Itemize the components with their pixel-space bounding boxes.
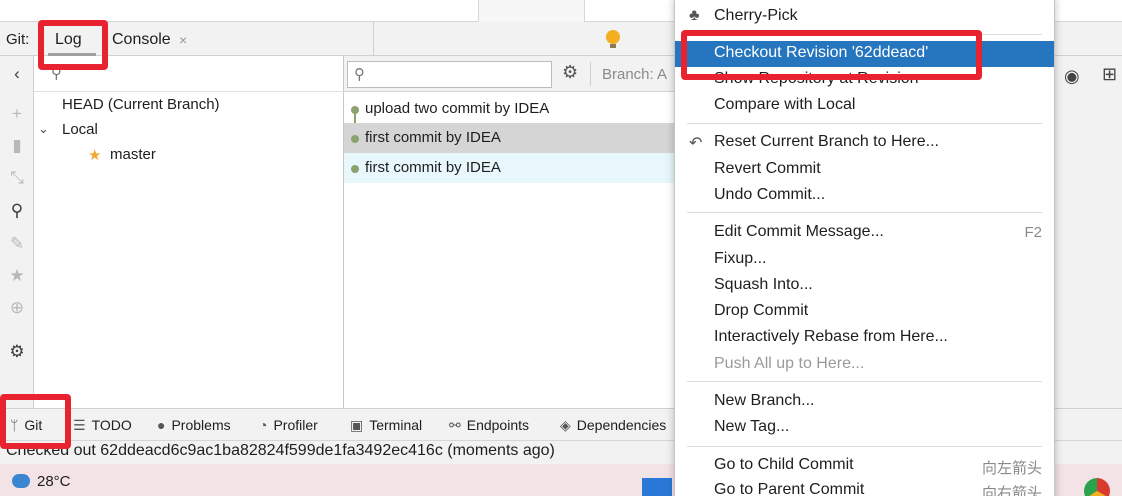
- profiler-icon: ◔: [259, 417, 268, 433]
- menu-item-show-repository[interactable]: Show Repository at Revision: [675, 67, 1054, 93]
- tool-label: Endpoints: [466, 417, 530, 433]
- details-toolbar: ◉ ⊞: [1054, 56, 1122, 408]
- commit-node: [351, 106, 359, 114]
- menu-item-checkout-revision[interactable]: Checkout Revision '62ddeacd': [675, 41, 1054, 67]
- star-icon[interactable]: ★: [0, 266, 34, 286]
- commit-node: [351, 135, 359, 143]
- tree-item-master[interactable]: master: [110, 146, 156, 163]
- star-icon: ★: [88, 147, 102, 164]
- settings-gear-icon[interactable]: ⚙: [0, 342, 34, 362]
- menu-separator: [687, 446, 1042, 447]
- weather-icon[interactable]: [12, 474, 30, 488]
- tool-git-button[interactable]: ᛘ Git: [10, 417, 42, 433]
- editor-tab[interactable]: [478, 0, 584, 22]
- menu-separator: [687, 212, 1042, 213]
- search-icon: ⚲: [354, 66, 365, 83]
- tool-window-label: Git:: [6, 31, 30, 48]
- log-filter-bar: ⚲ ⚙ Branch: A: [344, 56, 674, 92]
- editor-tab[interactable]: [584, 0, 674, 22]
- chevron-down-icon[interactable]: ⌄: [38, 121, 49, 137]
- tool-terminal-button[interactable]: ▣ Terminal: [350, 417, 422, 434]
- menu-item-interactive-rebase[interactable]: Interactively Rebase from Here...: [675, 325, 1054, 351]
- search-icon: ⚲: [51, 65, 62, 82]
- list-icon: ☰: [73, 417, 86, 433]
- menu-item-undo-commit[interactable]: Undo Commit...: [675, 183, 1054, 209]
- tool-endpoints-button[interactable]: ⚯ Endpoints: [449, 417, 529, 434]
- terminal-icon: ▣: [350, 417, 364, 433]
- menu-item-cherry-pick[interactable]: ♣ Cherry-Pick: [675, 4, 1054, 30]
- tab-log[interactable]: Log: [55, 31, 82, 49]
- status-message: Checked out 62ddeacd6c9ac1ba82824f599de1…: [6, 442, 555, 459]
- commit-row[interactable]: upload two commit by IDEA: [344, 94, 674, 124]
- undo-icon: ↶: [689, 135, 703, 152]
- tool-profiler-button[interactable]: ◔ Profiler: [259, 417, 318, 433]
- tool-label: Problems: [171, 417, 231, 433]
- tab-console[interactable]: Console: [112, 31, 171, 49]
- merge-icon[interactable]: ⤡: [0, 168, 34, 188]
- menu-item-parent-commit[interactable]: Go to Parent Commit 向右箭头: [675, 478, 1054, 496]
- menu-item-fixup[interactable]: Fixup...: [675, 247, 1054, 273]
- menu-item-squash[interactable]: Squash Into...: [675, 273, 1054, 299]
- commit-list: upload two commit by IDEA first commit b…: [344, 92, 674, 408]
- menu-item-new-branch[interactable]: New Branch...: [675, 389, 1054, 415]
- commit-context-menu: ♣ Cherry-Pick Checkout Revision '62ddeac…: [674, 0, 1055, 496]
- tool-label: Profiler: [273, 417, 318, 433]
- commit-message: first commit by IDEA: [365, 159, 501, 176]
- add-icon[interactable]: +: [0, 104, 34, 124]
- tool-label: Git: [24, 417, 43, 433]
- close-icon[interactable]: ×: [179, 32, 187, 48]
- tree-item-local[interactable]: Local: [62, 121, 98, 138]
- menu-item-compare-local[interactable]: Compare with Local: [675, 93, 1054, 119]
- target-icon[interactable]: ⊕: [0, 298, 34, 318]
- eye-icon[interactable]: ◉: [1064, 66, 1080, 87]
- menu-separator: [687, 381, 1042, 382]
- commit-row[interactable]: first commit by IDEA: [344, 153, 674, 183]
- menu-item-drop-commit[interactable]: Drop Commit: [675, 299, 1054, 325]
- log-search-input[interactable]: ⚲: [347, 61, 552, 88]
- cherry-icon: ♣: [689, 7, 700, 24]
- layers-icon: ◈: [560, 417, 571, 433]
- menu-separator: [687, 34, 1042, 35]
- divider: [373, 22, 374, 56]
- divider: [590, 62, 591, 86]
- settings-gear-icon[interactable]: ⚙: [562, 62, 578, 83]
- add-icon[interactable]: ⊞: [1102, 64, 1117, 85]
- endpoints-icon: ⚯: [449, 417, 461, 433]
- menu-item-push-all: Push All up to Here...: [714, 355, 865, 372]
- tool-label: Dependencies: [576, 417, 667, 433]
- shortcut-label: 向右箭头: [981, 485, 1042, 496]
- tool-label: Terminal: [369, 417, 423, 433]
- branch-filter[interactable]: Branch: A: [602, 66, 667, 83]
- search-icon[interactable]: ⚲: [0, 201, 34, 221]
- branch-search[interactable]: ⚲: [34, 56, 344, 92]
- lightbulb-icon[interactable]: [606, 30, 620, 48]
- menu-item-reset-branch[interactable]: ↶ Reset Current Branch to Here...: [675, 130, 1054, 156]
- tree-item-head[interactable]: HEAD (Current Branch): [62, 96, 220, 113]
- menu-separator: [687, 123, 1042, 124]
- temperature[interactable]: 28°C: [37, 473, 71, 490]
- menu-item-revert-commit[interactable]: Revert Commit: [675, 157, 1054, 183]
- menu-item-edit-message[interactable]: Edit Commit Message... F2: [675, 220, 1054, 246]
- commit-message: first commit by IDEA: [365, 129, 501, 146]
- tool-dependencies-button[interactable]: ◈ Dependencies: [560, 417, 666, 434]
- chevron-left-icon[interactable]: ‹: [0, 64, 34, 84]
- chrome-icon[interactable]: [1084, 478, 1110, 496]
- menu-item-child-commit[interactable]: Go to Child Commit 向左箭头: [675, 453, 1054, 479]
- menu-item-new-tag[interactable]: New Tag...: [675, 415, 1054, 441]
- commit-message: upload two commit by IDEA: [365, 100, 550, 117]
- commit-row[interactable]: first commit by IDEA: [344, 123, 674, 153]
- info-icon: ●: [157, 417, 166, 433]
- tool-todo-button[interactable]: ☰ TODO: [73, 417, 132, 434]
- edit-icon[interactable]: ✎: [0, 234, 34, 254]
- branches-panel: ⚲ HEAD (Current Branch) ⌄ Local ★ master: [34, 56, 344, 408]
- git-branch-icon: ᛘ: [10, 417, 19, 433]
- shortcut-label: F2: [1024, 224, 1042, 241]
- tool-problems-button[interactable]: ● Problems: [157, 417, 231, 433]
- left-toolbar: ‹ + ▮ ⤡ ⚲ ✎ ★ ⊕ ⚙: [0, 56, 34, 408]
- windows-start-icon[interactable]: [642, 478, 672, 496]
- shortcut-label: 向左箭头: [981, 460, 1042, 477]
- commit-node: [351, 165, 359, 173]
- delete-icon[interactable]: ▮: [0, 136, 34, 156]
- tool-label: TODO: [91, 417, 132, 433]
